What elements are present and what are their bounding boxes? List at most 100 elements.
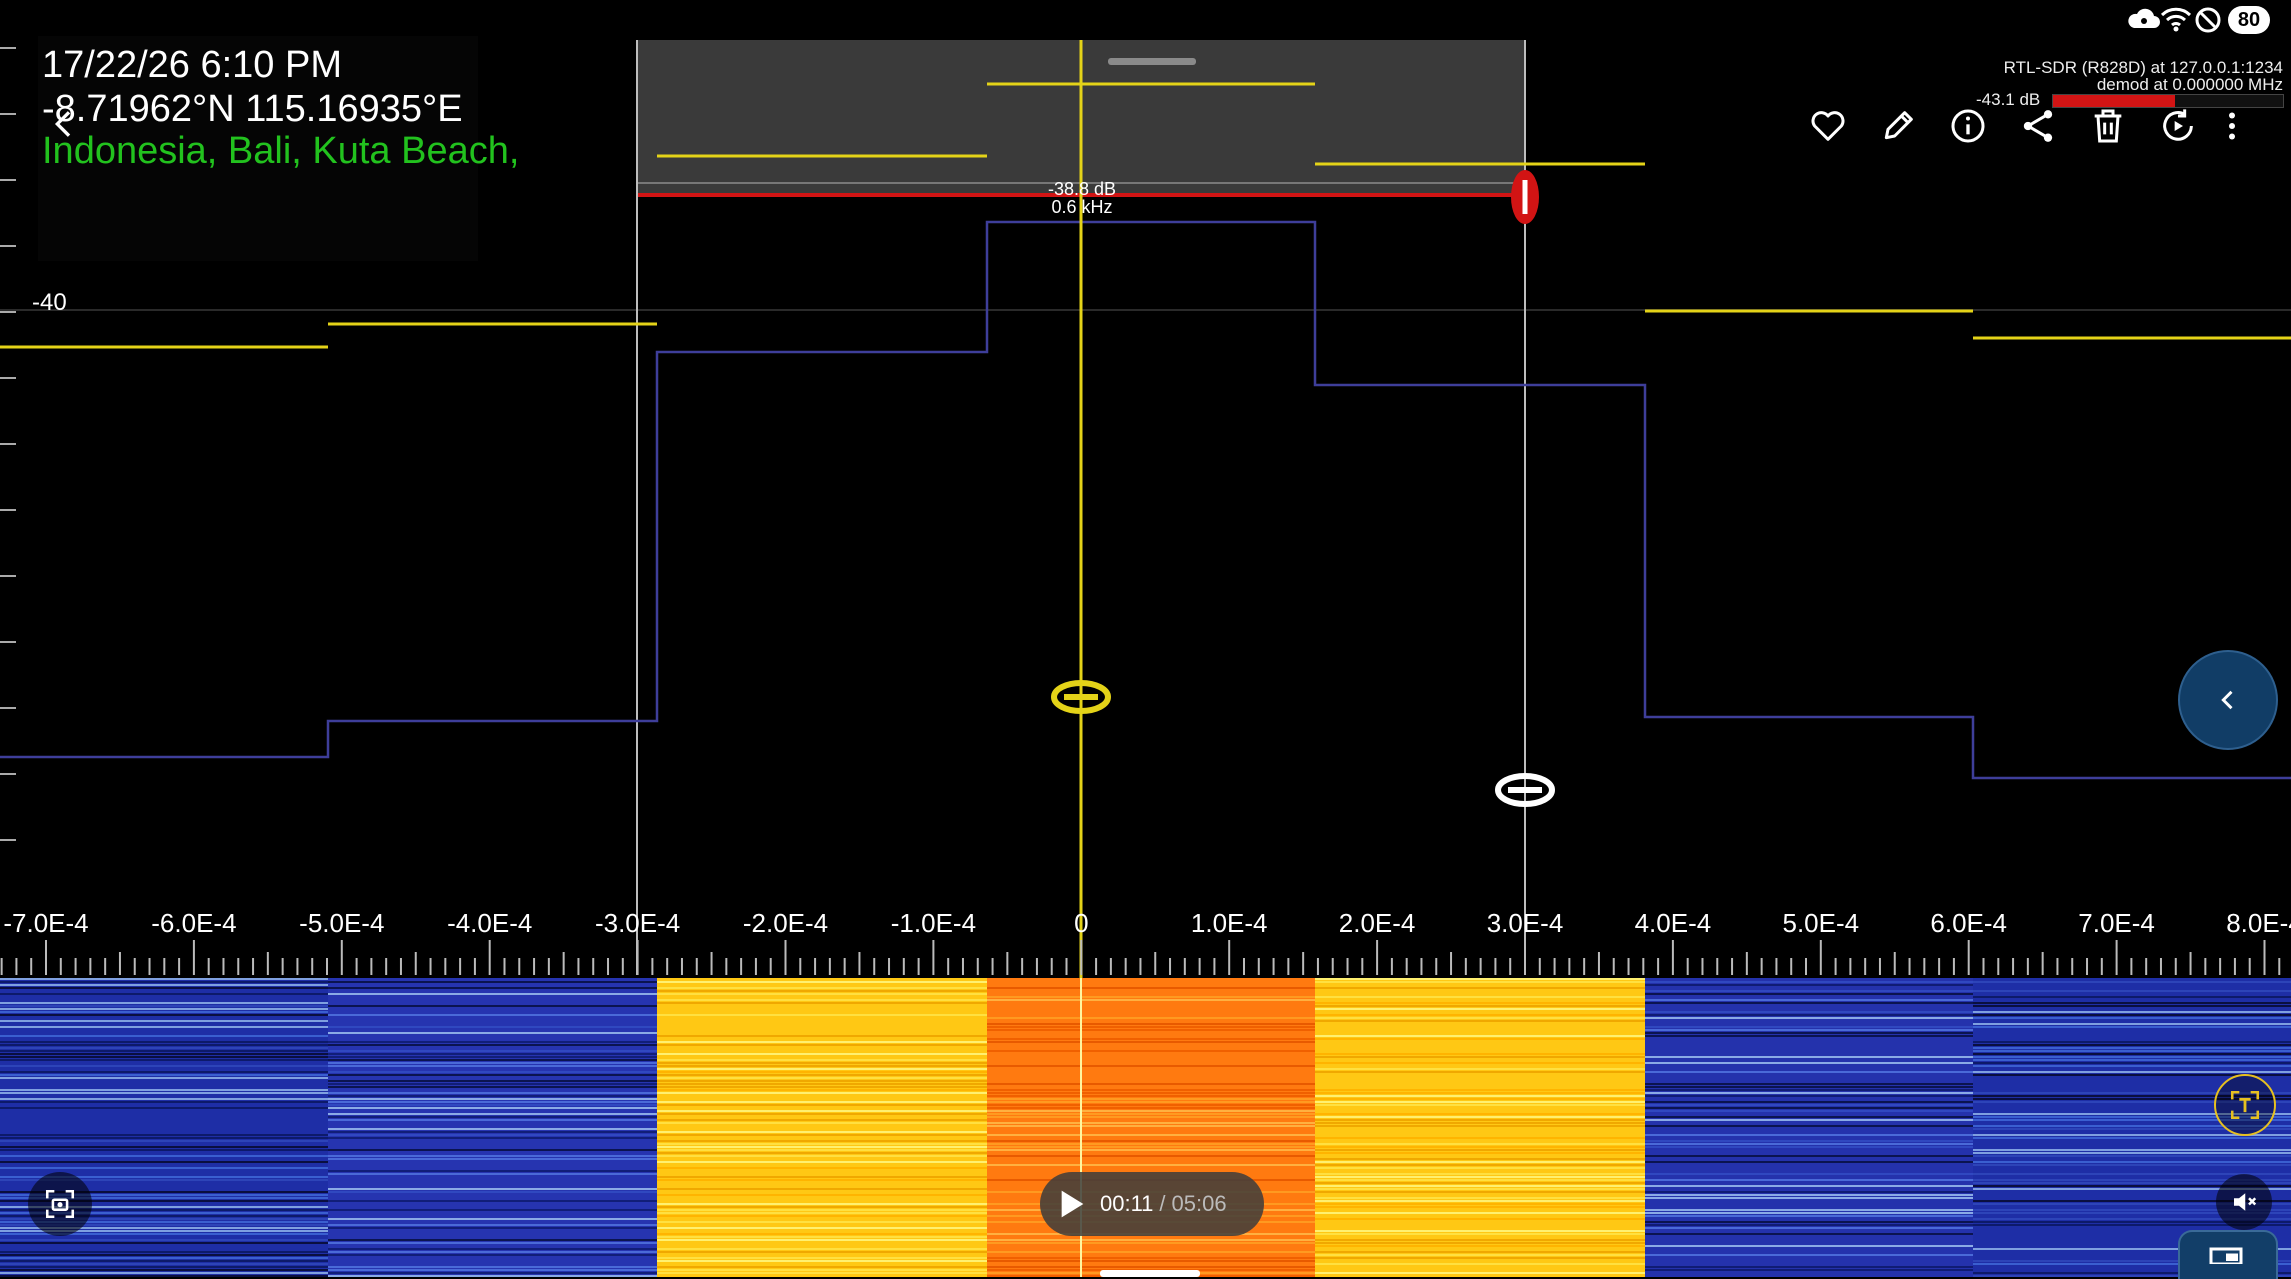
waterfall-line	[1315, 1122, 1645, 1124]
waterfall-line	[1645, 1014, 1973, 1016]
waterfall-line	[1315, 1206, 1645, 1208]
time-separator: /	[1159, 1191, 1166, 1216]
waterfall-line	[1973, 1005, 2291, 1007]
waterfall-line	[1315, 1098, 1645, 1100]
playback-controls: 00:11 / 05:06	[1040, 1172, 1264, 1236]
waterfall-line	[1315, 1113, 1645, 1115]
waterfall-line	[328, 1116, 657, 1118]
back-button[interactable]	[36, 96, 92, 152]
waterfall-line	[1645, 993, 1973, 995]
waterfall-line	[1315, 1014, 1645, 1016]
waterfall-line	[0, 1251, 328, 1253]
waterfall-line	[1645, 1140, 1973, 1142]
waterfall-line	[1645, 1089, 1973, 1091]
rotate-button[interactable]	[2150, 98, 2206, 154]
waterfall-line	[1645, 1155, 1973, 1157]
waterfall-line	[328, 1128, 657, 1130]
waterfall-line	[1645, 1227, 1973, 1229]
waterfall-line	[657, 993, 987, 995]
pencil-icon	[1884, 111, 1913, 140]
waterfall-line	[1645, 1092, 1973, 1094]
side-panel-toggle[interactable]	[2178, 650, 2278, 750]
waterfall-line	[1645, 1086, 1973, 1088]
filter-drag-handle[interactable]	[1108, 58, 1196, 65]
waterfall-line	[987, 1038, 1315, 1040]
waterfall-line	[328, 1158, 657, 1160]
waterfall-line	[328, 1092, 657, 1094]
waterfall-line	[1645, 1035, 1973, 1037]
waterfall-line	[1315, 1002, 1645, 1004]
waterfall-line	[0, 1065, 328, 1067]
share-button[interactable]	[2010, 98, 2066, 154]
favorite-button[interactable]	[1800, 98, 1856, 154]
waterfall-line	[328, 1071, 657, 1073]
waterfall-line	[657, 1053, 987, 1055]
waterfall-line	[1315, 1188, 1645, 1190]
frequency-tick-label: -5.0E-4	[299, 908, 384, 938]
frequency-tick-label: -1.0E-4	[891, 908, 976, 938]
waterfall-line	[987, 1110, 1315, 1112]
waterfall-line	[1973, 1152, 2291, 1154]
frequency-axis-ticks	[0, 940, 2281, 975]
waterfall-line	[987, 1125, 1315, 1127]
waterfall-line	[0, 1140, 328, 1142]
waterfall-line	[0, 984, 328, 986]
waterfall-line	[0, 1098, 328, 1100]
waterfall-line	[328, 1218, 657, 1220]
waterfall-line	[0, 1011, 328, 1013]
waterfall-line	[657, 1236, 987, 1238]
waterfall-line	[987, 1149, 1315, 1151]
play-icon	[1061, 1190, 1084, 1218]
waterfall-line	[657, 1086, 987, 1088]
average-trace	[0, 220, 2291, 780]
waterfall-line	[1645, 1245, 1973, 1247]
waterfall-line	[328, 1026, 657, 1028]
waterfall-line	[1645, 1083, 1973, 1085]
text-scan-button[interactable]	[2214, 1074, 2276, 1136]
seek-bar-thumb[interactable]	[1100, 1270, 1200, 1277]
waterfall-line	[1973, 1065, 2291, 1067]
more-options-button[interactable]	[2214, 98, 2250, 154]
waterfall-line	[0, 981, 328, 983]
details-button[interactable]	[1940, 98, 1996, 154]
waterfall-line	[1315, 1185, 1645, 1187]
waterfall-line	[657, 1272, 987, 1274]
waterfall-line	[987, 1065, 1315, 1067]
capture-frame-button[interactable]	[28, 1172, 92, 1236]
play-button[interactable]	[1040, 1172, 1100, 1236]
mute-button[interactable]	[2216, 1174, 2272, 1230]
waterfall-line	[657, 1239, 987, 1241]
more-vert-icon	[2229, 112, 2235, 140]
bottom-panel-tab[interactable]	[2178, 1230, 2278, 1279]
waterfall-line	[1315, 1230, 1645, 1232]
waterfall-line	[1645, 1269, 1973, 1271]
waterfall-line	[1315, 1164, 1645, 1166]
edit-button[interactable]	[1870, 98, 1926, 154]
waterfall-line	[328, 1053, 657, 1055]
waterfall-line	[328, 1170, 657, 1172]
heart-icon	[1811, 111, 1845, 141]
waterfall-line	[657, 1119, 987, 1121]
marker-bw-label: 0.6 kHz	[1051, 197, 1112, 217]
waterfall-line	[987, 1092, 1315, 1094]
waterfall-line	[1645, 1095, 1973, 1097]
waterfall-line	[328, 981, 657, 983]
waterfall-line	[328, 1272, 657, 1274]
waterfall-line	[1315, 1152, 1645, 1154]
waterfall-line	[987, 1251, 1315, 1253]
waterfall-line	[1973, 996, 2291, 998]
waterfall-line	[657, 1260, 987, 1262]
waterfall-line	[1315, 1038, 1645, 1040]
waterfall-line	[1315, 987, 1645, 989]
waterfall-line	[1645, 1056, 1973, 1058]
waterfall-line	[657, 1122, 987, 1124]
delete-button[interactable]	[2080, 98, 2136, 154]
waterfall-line	[1315, 1053, 1645, 1055]
waterfall-line	[1315, 1182, 1645, 1184]
waterfall-line	[328, 1251, 657, 1253]
waterfall-line	[987, 1143, 1315, 1145]
waterfall-line	[1645, 1104, 1973, 1106]
waterfall-line	[1315, 1245, 1645, 1247]
waterfall-line	[328, 1059, 657, 1061]
waterfall-line	[1973, 1017, 2291, 1019]
